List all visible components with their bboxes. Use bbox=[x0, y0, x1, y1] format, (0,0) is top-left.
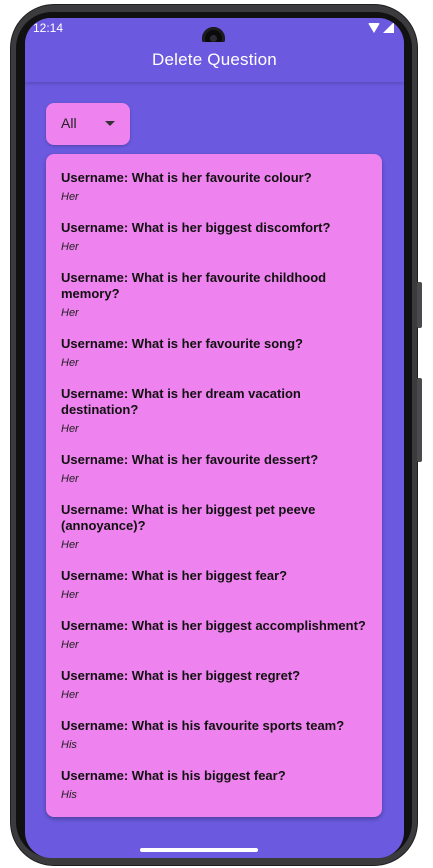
question-gender-label: Her bbox=[61, 689, 79, 701]
question-gender-label: Her bbox=[61, 241, 79, 253]
question-item[interactable]: Username: What is her favourite song? Her bbox=[61, 336, 370, 370]
filter-selected-value: All bbox=[61, 115, 77, 131]
phone-device: 12:14 Delete Question All Username: What… bbox=[0, 0, 433, 868]
question-text: Username: What is her biggest accomplish… bbox=[61, 618, 366, 633]
question-item[interactable]: Username: What is her favourite dessert?… bbox=[61, 452, 370, 486]
question-item[interactable]: Username: What is her biggest regret? Her bbox=[61, 668, 370, 702]
question-text: Username: What is her favourite colour? bbox=[61, 170, 312, 185]
question-text: Username: What is her biggest fear? bbox=[61, 568, 288, 583]
question-gender-label: Her bbox=[61, 357, 79, 369]
status-icons bbox=[368, 22, 394, 33]
question-gender-label: Her bbox=[61, 473, 79, 485]
question-item[interactable]: Username: What is his biggest fear? His bbox=[61, 768, 370, 802]
question-item[interactable]: Username: What is her biggest accomplish… bbox=[61, 618, 370, 652]
signal-icon bbox=[383, 22, 394, 33]
page-title: Delete Question bbox=[152, 50, 277, 69]
question-list: Username: What is her favourite colour? H… bbox=[61, 170, 370, 817]
question-item[interactable]: Username: What is her biggest fear? Her bbox=[61, 568, 370, 602]
wifi-icon bbox=[368, 22, 380, 33]
question-item[interactable]: Username: What is her favourite colour? H… bbox=[61, 170, 370, 204]
filter-dropdown[interactable]: All bbox=[46, 103, 130, 145]
question-gender-label: Her bbox=[61, 639, 79, 651]
question-item[interactable]: Username: What is her dream vacation des… bbox=[61, 386, 370, 436]
question-text: Username: What is her favourite childhoo… bbox=[61, 270, 327, 301]
question-text: Username: What is her biggest pet peeve … bbox=[61, 502, 316, 533]
question-gender-label: Her bbox=[61, 589, 79, 601]
question-gender-label: Her bbox=[61, 423, 79, 435]
question-text: Username: What is her favourite dessert? bbox=[61, 452, 319, 467]
question-text: Username: What is his biggest fear? bbox=[61, 768, 286, 783]
question-text: Username: What is her dream vacation des… bbox=[61, 386, 301, 417]
question-text: Username: What is her favourite song? bbox=[61, 336, 303, 351]
question-gender-label: His bbox=[61, 789, 77, 801]
question-gender-label: Her bbox=[61, 307, 79, 319]
question-text: Username: What is his favourite sports t… bbox=[61, 718, 345, 733]
question-item[interactable]: Username: What is his favourite sports t… bbox=[61, 718, 370, 752]
question-list-card[interactable]: Username: What is her favourite colour? H… bbox=[46, 154, 382, 817]
power-button bbox=[417, 378, 422, 462]
volume-up-button bbox=[417, 282, 422, 328]
question-item[interactable]: Username: What is her biggest discomfort… bbox=[61, 220, 370, 254]
dropdown-arrow-icon bbox=[105, 121, 115, 126]
question-gender-label: Her bbox=[61, 539, 79, 551]
app-bar: Delete Question bbox=[25, 42, 404, 82]
navigation-handle[interactable] bbox=[140, 848, 258, 852]
question-gender-label: His bbox=[61, 739, 77, 751]
question-item[interactable]: Username: What is her biggest pet peeve … bbox=[61, 502, 370, 552]
question-text: Username: What is her biggest regret? bbox=[61, 668, 301, 683]
status-time: 12:14 bbox=[33, 21, 64, 35]
question-item[interactable]: Username: What is her favourite childhoo… bbox=[61, 270, 370, 320]
question-gender-label: Her bbox=[61, 191, 79, 203]
question-text: Username: What is her biggest discomfort… bbox=[61, 220, 331, 235]
app-screen: 12:14 Delete Question All Username: What… bbox=[25, 18, 404, 858]
